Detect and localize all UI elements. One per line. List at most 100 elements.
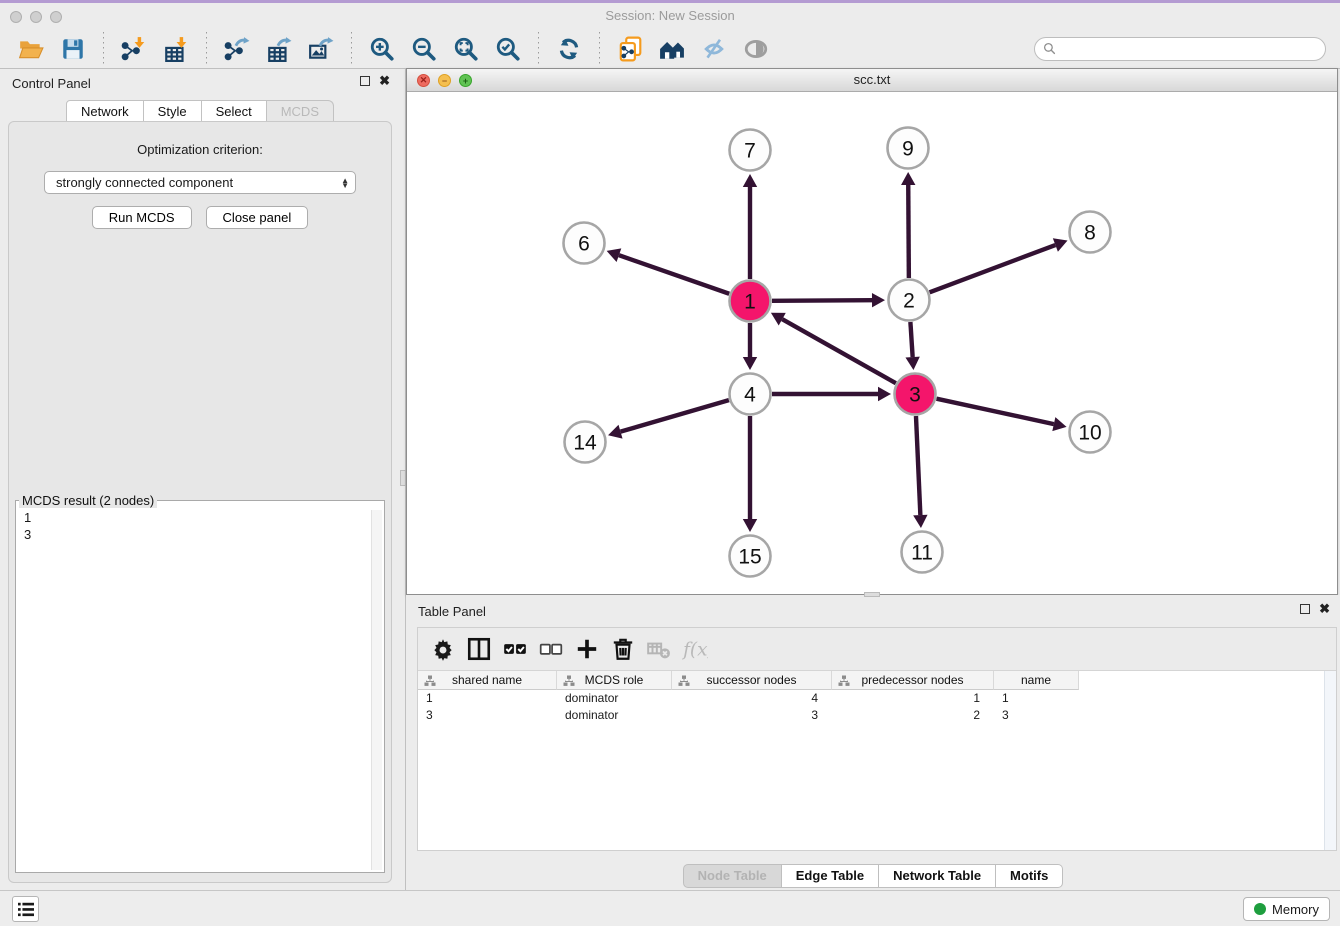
graph-node-label: 3 xyxy=(909,384,921,407)
network-graph[interactable]: 7968124314101511 xyxy=(407,92,1337,594)
graph-node-label: 4 xyxy=(744,384,756,407)
table-row[interactable]: 1dominator411 xyxy=(418,690,1336,707)
select-all-rows-icon[interactable] xyxy=(500,634,530,664)
clone-network-icon[interactable] xyxy=(615,34,645,64)
search-field[interactable] xyxy=(1034,37,1326,61)
float-panel-icon[interactable] xyxy=(360,76,370,86)
tab-network-table[interactable]: Network Table xyxy=(879,864,996,888)
show-panels-icon[interactable] xyxy=(741,34,771,64)
graph-node-label: 11 xyxy=(911,542,933,565)
mcds-result-box: MCDS result (2 nodes) 13 xyxy=(15,493,385,873)
split-columns-icon[interactable] xyxy=(464,634,494,664)
tab-edge-table[interactable]: Edge Table xyxy=(782,864,879,888)
import-table-icon[interactable] xyxy=(161,34,191,64)
edge-3-11[interactable] xyxy=(916,416,920,515)
hide-panels-icon[interactable] xyxy=(699,34,729,64)
control-panel: Control Panel ✖ NetworkStyleSelectMCDS O… xyxy=(0,69,400,889)
edge-1-6[interactable] xyxy=(619,255,729,294)
edge-2-8[interactable] xyxy=(930,245,1056,292)
column-header-name[interactable]: name xyxy=(994,671,1079,690)
task-history-button[interactable] xyxy=(12,896,39,922)
minimize-network-button[interactable]: − xyxy=(438,74,451,87)
edge-2-9[interactable] xyxy=(908,185,909,278)
window-title: Session: New Session xyxy=(0,8,1340,23)
home-view-icon[interactable] xyxy=(657,34,687,64)
tab-select[interactable]: Select xyxy=(202,100,267,122)
network-view-title: scc.txt xyxy=(407,69,1337,91)
deselect-all-rows-icon[interactable] xyxy=(536,634,566,664)
memory-status-dot xyxy=(1254,903,1266,915)
table-cell[interactable]: 1 xyxy=(832,690,994,707)
column-header-shared-name[interactable]: shared name xyxy=(418,671,557,690)
save-session-icon[interactable] xyxy=(58,34,88,64)
zoom-fit-icon[interactable] xyxy=(451,34,481,64)
tab-node-table[interactable]: Node Table xyxy=(683,864,782,888)
search-input[interactable] xyxy=(1061,41,1317,57)
table-cell[interactable]: dominator xyxy=(557,707,672,724)
graph-node-label: 6 xyxy=(578,233,590,256)
close-panel-button[interactable]: Close panel xyxy=(206,206,309,229)
network-canvas[interactable]: 7968124314101511 xyxy=(407,92,1337,594)
column-header-predecessor-nodes[interactable]: predecessor nodes xyxy=(832,671,994,690)
column-header-successor-nodes[interactable]: successor nodes xyxy=(672,671,832,690)
add-column-icon[interactable] xyxy=(572,634,602,664)
control-panel-tabs: NetworkStyleSelectMCDS xyxy=(0,100,400,122)
close-network-button[interactable]: ✕ xyxy=(417,74,430,87)
table-cell[interactable]: 2 xyxy=(832,707,994,724)
mcds-result-title: MCDS result (2 nodes) xyxy=(19,493,157,508)
import-network-icon[interactable] xyxy=(119,34,149,64)
table-header-filler xyxy=(1079,671,1336,690)
apply-preferred-layout-icon[interactable] xyxy=(554,34,584,64)
node-table: shared nameMCDS rolesuccessor nodesprede… xyxy=(418,670,1336,850)
memory-button[interactable]: Memory xyxy=(1243,897,1330,921)
close-table-panel-icon[interactable]: ✖ xyxy=(1319,604,1330,614)
open-session-icon[interactable] xyxy=(16,34,46,64)
node-table-frame: f(x) shared nameMCDS rolesuccessor nodes… xyxy=(417,627,1337,851)
edge-3-10[interactable] xyxy=(936,399,1053,424)
edge-3-1[interactable] xyxy=(782,319,896,383)
run-mcds-button[interactable]: Run MCDS xyxy=(92,206,192,229)
svg-text:f(x): f(x) xyxy=(682,640,708,661)
tab-style[interactable]: Style xyxy=(144,100,202,122)
close-panel-icon[interactable]: ✖ xyxy=(379,76,390,86)
status-bar: Memory xyxy=(0,890,1340,926)
delete-rows-icon[interactable] xyxy=(608,634,638,664)
optimization-criterion-select[interactable]: strongly connected component ▲▼ xyxy=(44,171,356,194)
float-table-panel-icon[interactable] xyxy=(1300,604,1310,614)
titlebar: Session: New Session xyxy=(0,3,1340,29)
zoom-selected-icon[interactable] xyxy=(493,34,523,64)
export-network-icon[interactable] xyxy=(222,34,252,64)
table-scrollbar[interactable] xyxy=(1324,671,1336,850)
edge-arrowhead xyxy=(743,357,757,370)
zoom-out-icon[interactable] xyxy=(409,34,439,64)
table-settings-icon[interactable] xyxy=(428,634,458,664)
table-cell[interactable]: 1 xyxy=(994,690,1079,707)
table-cell[interactable]: 3 xyxy=(672,707,832,724)
zoom-in-icon[interactable] xyxy=(367,34,397,64)
edge-arrowhead xyxy=(743,519,757,532)
edge-arrowhead xyxy=(743,174,757,187)
export-image-icon[interactable] xyxy=(306,34,336,64)
tab-motifs[interactable]: Motifs xyxy=(996,864,1063,888)
table-cell[interactable]: 3 xyxy=(418,707,557,724)
table-cell[interactable]: 3 xyxy=(994,707,1079,724)
edge-2-3[interactable] xyxy=(910,322,912,357)
table-cell-filler xyxy=(1079,690,1336,707)
optimization-criterion-value: strongly connected component xyxy=(56,175,341,190)
maximize-network-button[interactable]: + xyxy=(459,74,472,87)
column-header-MCDS-role[interactable]: MCDS role xyxy=(557,671,672,690)
network-view-titlebar[interactable]: ✕ − + scc.txt xyxy=(407,69,1337,92)
main-toolbar xyxy=(0,29,1340,69)
tab-network[interactable]: Network xyxy=(66,100,144,122)
table-cell[interactable]: dominator xyxy=(557,690,672,707)
edge-1-2[interactable] xyxy=(772,300,872,301)
table-row[interactable]: 3dominator323 xyxy=(418,707,1336,724)
splitter-handle[interactable] xyxy=(864,592,880,597)
tab-mcds[interactable]: MCDS xyxy=(267,100,334,122)
table-cell[interactable]: 4 xyxy=(672,690,832,707)
edge-arrowhead xyxy=(1052,417,1066,431)
table-cell[interactable]: 1 xyxy=(418,690,557,707)
edge-4-14[interactable] xyxy=(621,400,729,432)
result-scrollbar[interactable] xyxy=(371,510,382,870)
export-table-icon[interactable] xyxy=(264,34,294,64)
